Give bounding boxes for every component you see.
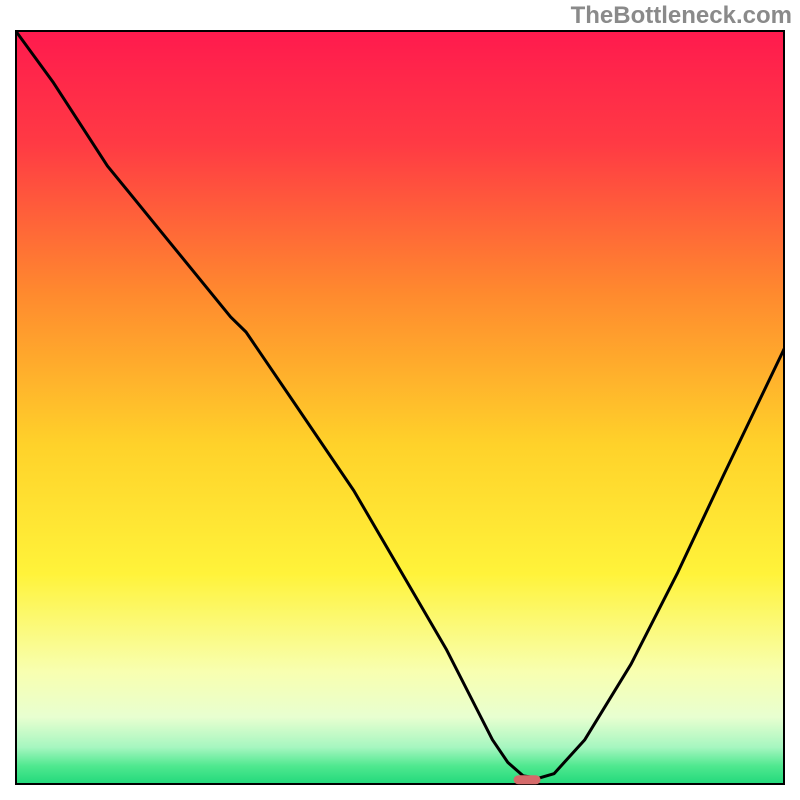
chart-background: [15, 30, 785, 785]
chart-container: TheBottleneck.com: [0, 0, 800, 800]
optimal-marker: [514, 775, 541, 784]
chart-svg: [15, 30, 785, 785]
plot-area: [15, 30, 785, 785]
watermark-text: TheBottleneck.com: [571, 2, 792, 30]
